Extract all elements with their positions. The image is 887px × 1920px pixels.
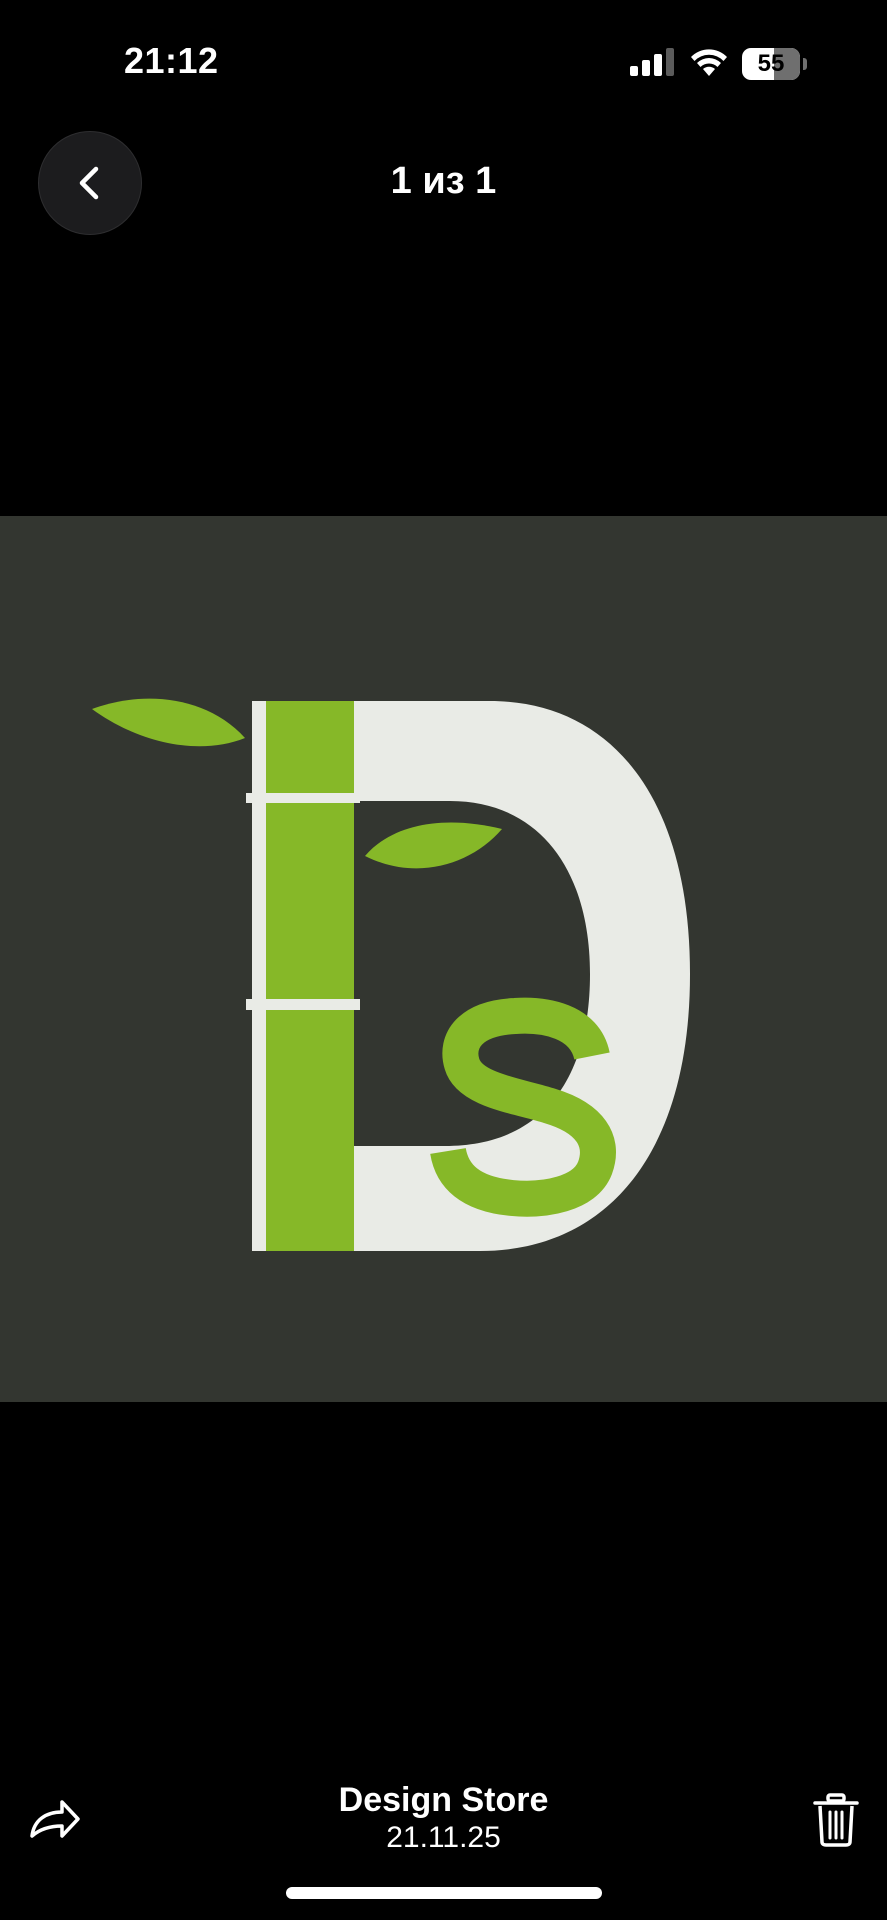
photo-viewer[interactable] xyxy=(0,516,887,1402)
battery-body: 55 xyxy=(742,48,800,80)
status-time: 21:12 xyxy=(124,40,219,81)
page-counter: 1 из 1 xyxy=(390,160,497,202)
design-store-logo xyxy=(92,698,690,1251)
bamboo-segment-top xyxy=(252,701,354,793)
home-indicator[interactable] xyxy=(286,1887,602,1899)
caption-date: 21.11.25 xyxy=(386,1821,501,1854)
battery-level: 55 xyxy=(757,50,785,77)
bamboo-leaf-inner xyxy=(365,822,502,869)
bamboo-segment-middle xyxy=(252,803,354,999)
status-bar: 21:12 55 xyxy=(0,0,887,130)
battery-cap xyxy=(803,58,807,70)
wifi-icon xyxy=(691,49,727,76)
bamboo-leaf-top xyxy=(92,698,245,747)
logo-letter-d xyxy=(352,701,690,1251)
photo-caption: Design Store 21.11.25 xyxy=(0,1780,887,1856)
caption-title: Design Store xyxy=(338,1781,549,1819)
trash-icon[interactable] xyxy=(812,1792,860,1848)
cellular-signal-icon xyxy=(630,48,674,76)
battery-icon: 55 xyxy=(742,48,808,80)
bamboo-segment-bottom xyxy=(252,1010,354,1251)
